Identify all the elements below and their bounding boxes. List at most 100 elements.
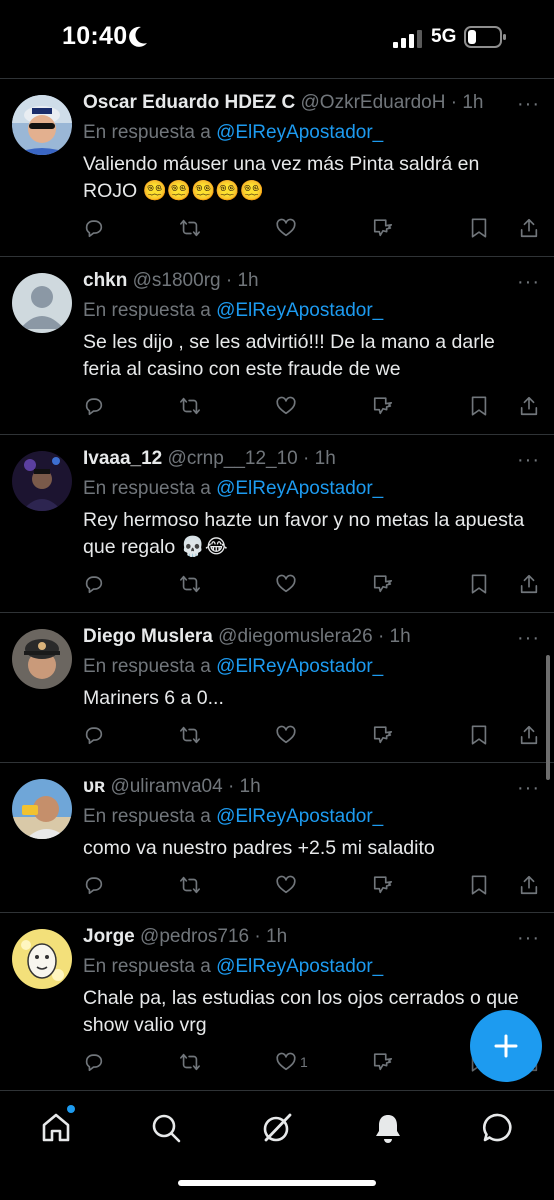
avatar[interactable] [12,779,72,839]
bookmark-button[interactable] [469,872,489,898]
share-icon [520,725,538,745]
timestamp[interactable]: 1h [390,626,411,647]
bookmark-icon [471,875,487,895]
share-icon [520,218,538,238]
share-button[interactable] [518,571,540,597]
share-icon [520,574,538,594]
reply-tweet[interactable]: Diego Muslera @diegomuslera26 · 1h En re… [0,612,554,762]
avatar[interactable] [12,929,72,989]
retweet-icon [180,726,200,744]
author-handle[interactable]: @diegomuslera26 [218,626,373,647]
reply-button[interactable] [83,722,105,748]
bookmark-button[interactable] [469,722,489,748]
share-button[interactable] [518,215,540,241]
tweet-text: Mariners 6 a 0... [83,687,224,709]
views-button[interactable] [372,872,394,898]
author-name[interactable]: Jorge [83,926,135,947]
author-handle[interactable]: @s1800rg [133,270,221,291]
like-button[interactable] [275,215,300,241]
tab-notifications[interactable] [371,1111,405,1145]
more-options-icon[interactable]: ··· [517,777,540,800]
reply-target-link[interactable]: @ElReyApostador_ [216,122,383,143]
author-name[interactable]: Ivaaa_12 [83,448,162,469]
reply-button[interactable] [83,571,105,597]
retweet-button[interactable] [178,571,202,597]
author-name[interactable]: ᴜʀ [83,776,105,797]
bookmark-button[interactable] [469,215,489,241]
scrollbar[interactable] [546,655,550,780]
like-button[interactable] [275,393,300,419]
reply-button[interactable] [83,393,105,419]
reply-feed[interactable]: Oscar Eduardo HDEZ C @OzkrEduardoH · 1h … [0,78,554,1090]
tweet-actions [0,571,554,597]
like-button[interactable] [275,872,300,898]
avatar[interactable] [12,451,72,511]
bookmark-button[interactable] [469,393,489,419]
avatar[interactable] [12,95,72,155]
retweet-button[interactable] [178,215,202,241]
retweet-icon [180,219,200,237]
author-handle[interactable]: @OzkrEduardoH [301,92,446,113]
tab-messages[interactable] [481,1111,515,1145]
timestamp[interactable]: 1h [462,92,483,113]
views-button[interactable] [372,215,394,241]
heart-icon [276,1052,296,1071]
reply-target-link[interactable]: @ElReyApostador_ [216,806,383,827]
reply-tweet[interactable]: Ivaaa_12 @crnp__12_10 · 1h En respuesta … [0,434,554,612]
reply-icon [85,398,103,416]
tweet-text: como va nuestro padres +2.5 mi saladito [83,837,435,859]
share-button[interactable] [518,393,540,419]
reply-label: En respuesta a [83,300,211,321]
retweet-button[interactable] [178,1049,202,1075]
like-button[interactable]: 1 [275,1049,308,1075]
author-handle[interactable]: @uliramva04 [110,776,222,797]
share-button[interactable] [518,872,540,898]
more-options-icon[interactable]: ··· [517,271,540,294]
views-button[interactable] [372,393,394,419]
views-button[interactable] [372,571,394,597]
more-options-icon[interactable]: ··· [517,627,540,650]
reply-tweet[interactable]: ᴜʀ @uliramva04 · 1h En respuesta a @ElRe… [0,762,554,912]
reply-button[interactable] [83,872,105,898]
timestamp[interactable]: 1h [240,776,261,797]
reply-button[interactable] [83,1049,105,1075]
reply-tweet[interactable]: Oscar Eduardo HDEZ C @OzkrEduardoH · 1h … [0,78,554,256]
author-handle[interactable]: @pedros716 [140,926,249,947]
timestamp[interactable]: 1h [266,926,287,947]
author-handle[interactable]: @crnp__12_10 [168,448,298,469]
reply-button[interactable] [83,215,105,241]
author-name[interactable]: chkn [83,270,127,291]
reply-target-link[interactable]: @ElReyApostador_ [216,656,383,677]
views-button[interactable] [372,722,394,748]
separator-dot: · [377,626,385,647]
more-options-icon[interactable]: ··· [517,927,540,950]
more-options-icon[interactable]: ··· [517,449,540,472]
home-indicator[interactable] [178,1180,376,1186]
bookmark-button[interactable] [469,571,489,597]
more-options-icon[interactable]: ··· [517,93,540,116]
bookmark-icon [471,725,487,745]
reply-target-link[interactable]: @ElReyApostador_ [216,300,383,321]
like-button[interactable] [275,722,300,748]
retweet-button[interactable] [178,722,202,748]
avatar[interactable] [12,629,72,689]
tab-home[interactable] [39,1105,75,1145]
compose-button[interactable] [470,1010,542,1082]
tab-search[interactable] [149,1111,183,1145]
reply-target-link[interactable]: @ElReyApostador_ [216,478,383,499]
avatar[interactable] [12,273,72,333]
retweet-button[interactable] [178,393,202,419]
views-button[interactable] [372,1049,394,1075]
like-button[interactable] [275,571,300,597]
reply-tweet[interactable]: Jorge @pedros716 · 1h En respuesta a @El… [0,912,554,1090]
tab-grok[interactable] [260,1111,294,1145]
timestamp[interactable]: 1h [237,270,258,291]
reply-tweet[interactable]: chkn @s1800rg · 1h En respuesta a @ElRey… [0,256,554,434]
timestamp[interactable]: 1h [315,448,336,469]
author-name[interactable]: Oscar Eduardo HDEZ C [83,92,295,113]
share-button[interactable] [518,722,540,748]
reply-target-link[interactable]: @ElReyApostador_ [216,956,383,977]
retweet-button[interactable] [178,872,202,898]
author-name[interactable]: Diego Muslera [83,626,213,647]
tweet-text: Chale pa, las estudias con los ojos cerr… [83,987,519,1036]
